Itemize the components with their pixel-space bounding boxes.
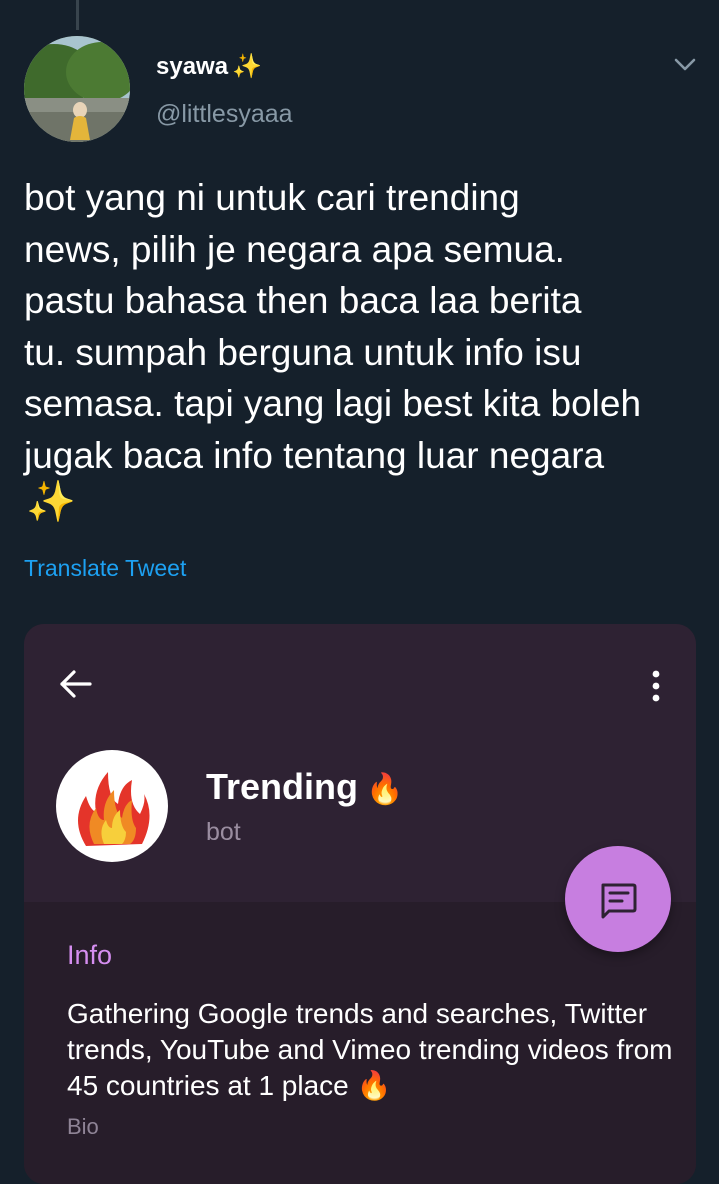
bot-name-text: Trending [206,766,358,807]
chevron-down-icon[interactable] [672,54,698,74]
fire-emoji: 🔥 [356,1070,392,1101]
fire-emoji: 🔥 [366,773,404,806]
thread-connector-line [76,0,79,30]
translate-tweet-link[interactable]: Translate Tweet [24,555,186,582]
sparkles-emoji: ✨ [232,53,262,80]
bot-name: Trending 🔥 [206,766,403,808]
more-vertical-icon [644,666,668,706]
bio-text: Gathering Google trends and searches, Tw… [67,996,677,1104]
author-name[interactable]: syawa ✨ [156,52,262,81]
tweet-text: bot yang ni untuk cari trending news, pi… [24,177,642,476]
message-fab-button [565,846,671,952]
message-icon [601,883,637,919]
author-avatar[interactable] [24,36,130,142]
author-display-name: syawa [156,53,229,80]
bio-label: Bio [67,1114,99,1139]
avatar-photo [24,36,130,142]
author-handle[interactable]: @littlesyaaa [156,100,293,129]
flame-logo-avatar [56,750,168,862]
bot-type-label: bot [206,818,241,846]
sparkles-emoji: ✨ [26,480,76,524]
arrow-left-icon [58,668,94,700]
attached-screenshot[interactable]: Trending 🔥 bot Info Gathering Google tren… [24,624,696,1184]
info-section-label: Info [67,940,113,970]
